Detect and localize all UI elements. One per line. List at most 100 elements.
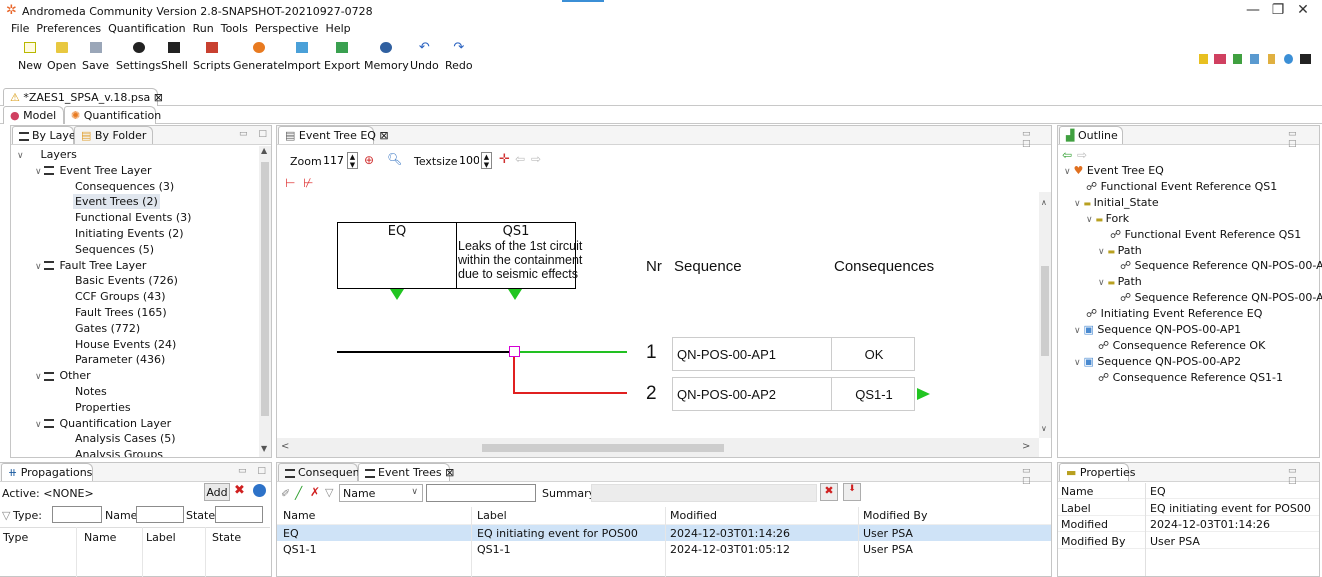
- settings-button[interactable]: Settings: [116, 40, 161, 72]
- undo-button[interactable]: ↶ Undo: [410, 40, 439, 72]
- column-state[interactable]: State: [212, 531, 241, 544]
- zoom-search-icon[interactable]: 🔍︎: [387, 152, 402, 166]
- state-filter-input[interactable]: [215, 506, 263, 523]
- remove-icon[interactable]: ✗: [310, 485, 320, 499]
- scroll-up-icon[interactable]: ∧: [1041, 198, 1047, 207]
- scroll-up-icon[interactable]: ▲: [261, 146, 267, 155]
- sequence-row[interactable]: QN-POS-00-AP1 OK: [672, 337, 915, 371]
- property-row[interactable]: Modified By User PSA: [1058, 533, 1319, 549]
- tree-item[interactable]: Initiating Events (2): [73, 227, 186, 240]
- functional-event-box[interactable]: QS1 Leaks of the 1st circuit within the …: [456, 222, 582, 289]
- expand-chevron-icon[interactable]: ∨: [17, 151, 26, 161]
- panel-minmax-icon[interactable]: ▭ □: [239, 129, 271, 139]
- outline-item[interactable]: ☍ Sequence Reference QN-POS-00-AP1: [1120, 259, 1322, 272]
- expand-chevron-icon[interactable]: ∨: [35, 167, 44, 177]
- memory-button[interactable]: Memory: [364, 40, 409, 72]
- tree-layout-icon[interactable]: ⊢: [285, 176, 295, 190]
- new-button[interactable]: New: [18, 40, 42, 72]
- filter-field-select[interactable]: Name ∨: [339, 484, 423, 502]
- outline-item[interactable]: ∨ ♥ Event Tree EQ: [1064, 164, 1164, 177]
- tree-item[interactable]: CCF Groups (43): [73, 290, 167, 303]
- initiator-box[interactable]: EQ: [337, 222, 457, 289]
- db-icon[interactable]: [1199, 54, 1208, 64]
- scroll-right-icon[interactable]: >: [1022, 441, 1030, 452]
- pencil-icon[interactable]: ╱: [295, 486, 302, 500]
- propagations-minmax-icon[interactable]: ▭ □: [238, 466, 270, 476]
- export-button[interactable]: Export: [324, 40, 360, 72]
- tab-quantification[interactable]: ✺ Quantification: [64, 106, 161, 124]
- tree-item[interactable]: Parameter (436): [73, 353, 167, 366]
- zoom-fit-icon[interactable]: ⊕: [364, 153, 374, 167]
- tree-item[interactable]: Analysis Cases (5): [73, 432, 178, 445]
- tab-psa-file[interactable]: ⚠ *ZAES1_SPSA_v.18.psa ⊠: [3, 88, 163, 106]
- copy-icon[interactable]: [1250, 54, 1259, 64]
- tree-item[interactable]: Gates (772): [73, 322, 142, 335]
- outline-back-icon[interactable]: ⇦: [1062, 148, 1072, 162]
- tab-event-trees[interactable]: Event Trees ⊠: [358, 463, 454, 481]
- outline-item[interactable]: ∨ ▬ Initial_State: [1074, 196, 1159, 209]
- scripts-button[interactable]: Scripts: [193, 40, 231, 72]
- tab-propagations[interactable]: ⧺ Propagations: [1, 463, 93, 481]
- outline-item[interactable]: ∨ ▣ Sequence QN-POS-00-AP1: [1074, 323, 1241, 336]
- sequence-row[interactable]: QN-POS-00-AP2 QS1-1: [672, 377, 915, 411]
- generate-button[interactable]: Generate: [233, 40, 284, 72]
- event-tree-canvas[interactable]: EQ QS1 Leaks of the 1st circuit within t…: [277, 192, 1039, 438]
- name-filter-input[interactable]: [136, 506, 184, 523]
- import-button[interactable]: Import: [284, 40, 321, 72]
- forward-arrow-icon[interactable]: ⇨: [531, 152, 541, 166]
- textsize-spinner[interactable]: ▲ ▼: [481, 152, 492, 169]
- column-name[interactable]: Name: [283, 509, 315, 522]
- outline-item[interactable]: ∨ ▬ Fork: [1086, 212, 1129, 225]
- outline-item[interactable]: ☍ Functional Event Reference QS1: [1086, 180, 1277, 193]
- tree-item[interactable]: ∨ Fault Tree Layer: [35, 259, 148, 272]
- export-list-icon[interactable]: ⬇: [843, 483, 861, 501]
- tree-item[interactable]: ∨ Other: [35, 369, 93, 382]
- menu-tools[interactable]: Tools: [221, 22, 248, 35]
- tree-item[interactable]: Sequences (5): [73, 243, 156, 256]
- tab-properties[interactable]: ▬ Properties: [1059, 463, 1136, 481]
- column-modified-by[interactable]: Modified By: [863, 509, 928, 522]
- menu-perspective[interactable]: Perspective: [255, 22, 319, 35]
- zoom-value[interactable]: [321, 152, 345, 169]
- tree-item[interactable]: ∨ Quantification Layer: [35, 417, 173, 430]
- insert-node-icon[interactable]: ✛: [499, 152, 510, 167]
- menu-help[interactable]: Help: [326, 22, 351, 35]
- close-button[interactable]: ✕: [1293, 2, 1313, 18]
- outline-minmax-icon[interactable]: ▭ □: [1288, 129, 1319, 149]
- tab-model[interactable]: ● Model: [3, 106, 64, 124]
- expand-chevron-icon[interactable]: ∨: [35, 262, 44, 272]
- canvas-hscroll[interactable]: < >: [277, 438, 1039, 457]
- comment-icon[interactable]: [1300, 54, 1311, 64]
- tree-item[interactable]: House Events (24): [73, 338, 178, 351]
- zoom-spinner[interactable]: ▲ ▼: [347, 152, 358, 169]
- column-name[interactable]: Name: [84, 531, 116, 544]
- tab-event-tree-eq[interactable]: ▤ Event Tree EQ ⊠: [278, 126, 389, 144]
- column-label[interactable]: Label: [146, 531, 176, 544]
- tree-item[interactable]: Notes: [73, 385, 109, 398]
- add-button[interactable]: Add: [204, 483, 230, 501]
- tree-scrollbar[interactable]: ▲ ▼: [259, 146, 271, 457]
- scroll-left-icon[interactable]: <: [281, 441, 289, 452]
- redo-button[interactable]: ↷ Redo: [445, 40, 473, 72]
- expand-chevron-icon[interactable]: ∨: [35, 372, 44, 382]
- delete-icon[interactable]: ✖: [234, 483, 245, 498]
- edit-icon[interactable]: ✐: [281, 487, 290, 500]
- outline-item[interactable]: ∨ ▣ Sequence QN-POS-00-AP2: [1074, 355, 1241, 368]
- tree-layout-alt-icon[interactable]: ⊬: [303, 176, 313, 190]
- menu-preferences[interactable]: Preferences: [36, 22, 101, 35]
- column-type[interactable]: Type: [3, 531, 28, 544]
- outline-item[interactable]: ☍ Consequence Reference OK: [1098, 339, 1265, 352]
- outline-item[interactable]: ☍ Initiating Event Reference EQ: [1086, 307, 1262, 320]
- filter-value-input[interactable]: [426, 484, 536, 502]
- tab-by-layer[interactable]: By Layer: [12, 126, 80, 144]
- canvas-vscroll[interactable]: ∧ ∨: [1039, 192, 1051, 438]
- property-row[interactable]: Modified 2024-12-03T01:14:26: [1058, 516, 1319, 532]
- type-filter-input[interactable]: [52, 506, 102, 523]
- tree-item[interactable]: Consequences (3): [73, 180, 176, 193]
- column-label[interactable]: Label: [477, 509, 507, 522]
- maximize-button[interactable]: ❐: [1268, 2, 1288, 18]
- outline-item[interactable]: ☍ Sequence Reference QN-POS-00-AP2: [1120, 291, 1322, 304]
- outline-forward-icon[interactable]: ⇨: [1077, 148, 1087, 162]
- scroll-down-icon[interactable]: ∨: [1041, 424, 1047, 433]
- globe-icon[interactable]: [1284, 54, 1293, 64]
